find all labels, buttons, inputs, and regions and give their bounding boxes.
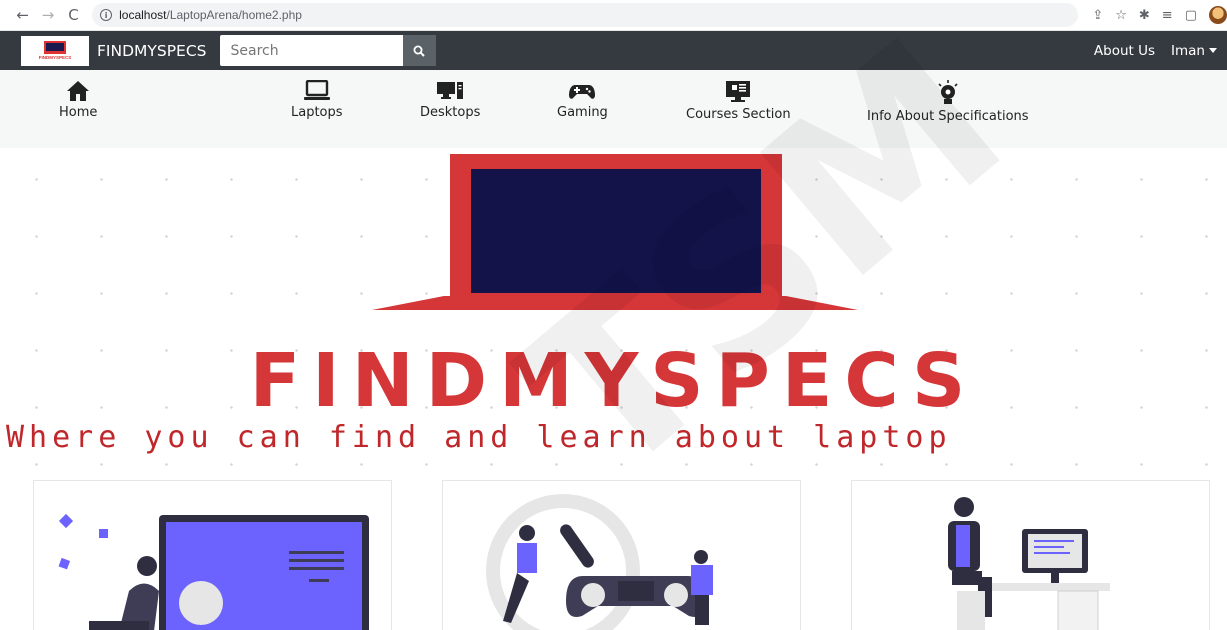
search-icon [413,45,425,57]
category-home[interactable]: Home [59,80,97,120]
user-name: Iman [1171,42,1205,59]
sidebar-icon[interactable]: ▢ [1185,8,1197,23]
category-home-label: Home [59,105,98,120]
category-specifications[interactable]: Info About Specifications [867,80,1029,124]
category-laptops[interactable]: Laptops [291,80,343,120]
category-specifications-label: Info About Specifications [867,109,1029,124]
gaming-illustration [486,494,713,630]
hero-title: FINDMYSPECS [249,338,978,424]
site-navbar: FINDMYSPECS FINDMYSPECS About Us Iman [0,31,1227,70]
browser-toolbar: ← → C i localhost/LaptopArena/home2.php … [0,0,1227,31]
person-with-laptop-illustration [58,513,369,630]
feature-card-laptops[interactable] [33,480,392,630]
profile-avatar-icon[interactable] [1208,6,1227,24]
reload-icon[interactable]: C [61,2,86,28]
category-gaming-label: Gaming [557,105,608,120]
search-button[interactable] [402,35,436,66]
category-laptops-label: Laptops [291,105,343,120]
category-courses-label: Courses Section [686,107,791,122]
category-bar: Home Laptops Desktops Gaming Courses Sec… [0,70,1227,148]
search-input[interactable] [219,35,403,66]
logo-text: FINDMYSPECS [38,55,72,60]
user-menu[interactable]: Iman [1171,43,1217,59]
reading-list-icon[interactable]: ≡ [1162,8,1173,23]
share-icon[interactable]: ⇪ [1092,8,1103,23]
logo-laptop-icon [44,41,66,54]
caret-down-icon [1209,48,1217,53]
brand-name[interactable]: FINDMYSPECS [97,42,207,60]
url-host: localhost [119,8,167,22]
star-icon[interactable]: ☆ [1115,8,1127,23]
hero-banner: FINDMYSPECS Where you can find and learn… [0,148,1227,480]
home-icon [67,81,90,101]
about-us-link[interactable]: About Us [1094,43,1155,59]
category-desktops[interactable]: Desktops [420,80,480,120]
info-icon[interactable]: i [100,9,113,21]
search-form [219,35,436,66]
extensions-icon[interactable]: ✱ [1139,8,1150,23]
desktop-icon [437,82,464,99]
address-bar[interactable]: i localhost/LaptopArena/home2.php [92,3,1079,27]
brand-logo[interactable]: FINDMYSPECS [21,35,89,66]
category-desktops-label: Desktops [420,105,481,120]
category-courses[interactable]: Courses Section [686,80,791,122]
hero-laptop-image [372,154,858,310]
feature-card-courses[interactable] [851,480,1210,630]
feature-card-gaming[interactable] [442,480,801,630]
back-arrow-icon[interactable]: ← [10,2,35,28]
url-path: /LaptopArena/home2.php [166,8,302,22]
lightbulb-gear-icon [938,80,958,104]
forward-arrow-icon[interactable]: → [35,2,60,28]
monitor-chip-icon [726,81,751,102]
category-gaming[interactable]: Gaming [557,80,608,120]
laptop-icon [303,80,330,100]
gamepad-icon [569,85,596,99]
hero-tagline: Where you can find and learn about lapto… [6,420,952,455]
person-with-desktop-illustration [948,497,1110,630]
